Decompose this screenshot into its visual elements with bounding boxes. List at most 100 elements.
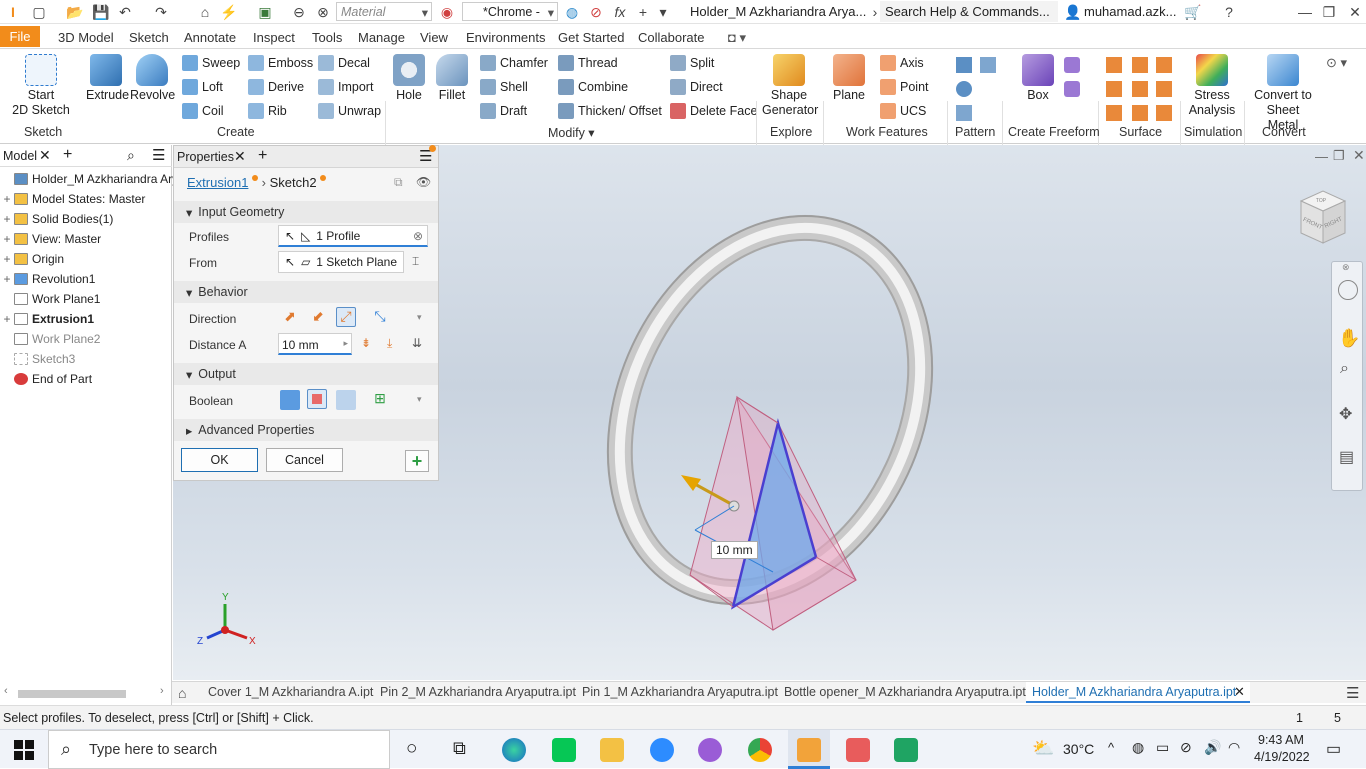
browser-node[interactable]: + Solid Bodies(1) — [0, 209, 113, 229]
combine-button[interactable]: Combine — [558, 79, 628, 95]
direct-button[interactable]: Direct — [670, 79, 723, 95]
restore-icon[interactable]: ❐ — [1320, 3, 1338, 21]
group-label-modify[interactable]: Modify ▾ — [548, 125, 595, 140]
sculpt-icon[interactable] — [1156, 57, 1172, 73]
revolve-button[interactable]: Revolve — [130, 54, 175, 102]
patch-icon[interactable] — [1132, 57, 1148, 73]
tab-view[interactable]: View — [420, 29, 448, 46]
steering-wheel-icon[interactable] — [1338, 280, 1358, 300]
weather-icon[interactable]: ⛅ — [1032, 738, 1054, 759]
join-icon[interactable] — [280, 390, 300, 410]
undo-icon[interactable]: ↶ — [116, 3, 134, 21]
browser-node[interactable]: + View: Master — [0, 229, 101, 249]
adjust-appearance-icon[interactable]: ◍ — [563, 3, 581, 21]
network-tray-icon[interactable]: ▭ — [1156, 739, 1169, 756]
preset-icon[interactable]: ⧉ — [394, 175, 403, 190]
app-tray-icon[interactable]: ◍ — [1132, 739, 1144, 756]
direction-symmetric-icon[interactable]: ⤢ — [336, 307, 356, 327]
edge-browser-icon[interactable] — [502, 738, 526, 762]
browser-node[interactable]: Sketch3 — [0, 349, 75, 369]
search-icon[interactable]: ⌕ — [127, 147, 135, 164]
extrude-button[interactable]: Extrude — [86, 54, 129, 102]
through-all-icon[interactable]: ⇊ — [412, 336, 422, 350]
expand-toggle-icon[interactable]: + — [0, 272, 14, 286]
appearance-icon[interactable]: ◉ — [438, 3, 456, 21]
emboss-button[interactable]: Emboss — [248, 55, 313, 71]
derive-button[interactable]: Derive — [248, 79, 304, 95]
add-icon[interactable]: + — [63, 146, 72, 164]
input-geometry-section[interactable]: ▾ Input Geometry — [174, 201, 438, 223]
browser-node[interactable]: Holder_M Azkhariandra Aryaput — [0, 169, 201, 189]
browser-node[interactable]: Work Plane1 — [0, 289, 100, 309]
loft-button[interactable]: Loft — [182, 79, 223, 95]
distance-a-input[interactable]: 10 mm ▸ — [278, 333, 352, 355]
expand-toggle-icon[interactable]: + — [0, 252, 14, 266]
orbit-icon[interactable]: ✥ — [1339, 404, 1352, 424]
volume-icon[interactable]: 🔊 — [1204, 739, 1221, 756]
ribbon-more-icon[interactable]: ⊙ ▾ — [1326, 55, 1347, 71]
sheets-app-icon[interactable] — [894, 738, 918, 762]
tab-collaborate[interactable]: Collaborate — [638, 29, 705, 46]
home-icon[interactable]: ⌂ — [196, 3, 214, 21]
look-at-icon[interactable]: ▤ — [1339, 447, 1354, 467]
chevron-up-icon[interactable]: ^ — [1108, 740, 1114, 755]
customize-icon[interactable]: ▾ — [654, 3, 672, 21]
rectangular-pattern-icon[interactable] — [956, 57, 972, 73]
scroll-thumb[interactable] — [18, 690, 126, 698]
point-button[interactable]: Point — [880, 79, 929, 95]
close-icon[interactable]: ✕ — [1353, 147, 1365, 164]
taskbar-search-box[interactable]: ⌕ Type here to search — [48, 730, 390, 769]
app-icon[interactable] — [846, 738, 870, 762]
browser-node[interactable]: End of Part — [0, 369, 92, 389]
menu-icon[interactable]: ☰ — [152, 146, 165, 164]
browser-tab-model[interactable]: Model — [3, 149, 37, 163]
doc-tab-holder-active[interactable]: Holder_M Azkhariandra Aryaputra.ipt ✕ — [1026, 682, 1250, 703]
close-icon[interactable]: ✕ — [234, 148, 246, 165]
temperature[interactable]: 30°C — [1063, 741, 1094, 757]
chrome-browser-icon[interactable] — [748, 738, 772, 762]
cut-icon[interactable] — [307, 389, 327, 409]
fillet-button[interactable]: Fillet — [434, 54, 470, 102]
circular-pattern-icon[interactable] — [956, 81, 972, 97]
tab-tools[interactable]: Tools — [312, 29, 342, 46]
save-icon[interactable]: 💾 — [92, 3, 110, 21]
apply-add-button[interactable]: + — [405, 450, 429, 472]
wifi-icon[interactable]: ◠ — [1228, 739, 1240, 756]
expand-toggle-icon[interactable]: + — [0, 212, 14, 226]
windows-start-icon[interactable] — [14, 740, 34, 760]
profiles-selector[interactable]: ↖ ◺ 1 Profile ⊗ — [278, 225, 428, 247]
inventor-taskbar-item[interactable] — [788, 730, 830, 769]
add-icon[interactable]: + — [634, 3, 652, 21]
start-offset-icon[interactable]: ⌶ — [412, 254, 419, 269]
repair-icon[interactable] — [1106, 105, 1122, 121]
home-icon[interactable]: ⌂ — [178, 685, 186, 701]
add-icon[interactable]: + — [258, 147, 267, 165]
tab-annotate[interactable]: Annotate — [184, 29, 236, 46]
clock-date[interactable]: 4/19/2022 — [1254, 750, 1310, 764]
material-sphere-icon[interactable]: ⊗ — [314, 3, 332, 21]
close-icon[interactable]: ✕ — [1234, 684, 1245, 700]
direction-asymmetric-icon[interactable]: ⤡ — [370, 308, 390, 328]
behavior-section[interactable]: ▾ Behavior — [174, 281, 438, 303]
chamfer-button[interactable]: Chamfer — [480, 55, 548, 71]
open-folder-icon[interactable]: 📂 — [66, 3, 84, 21]
zoom-app-icon[interactable] — [650, 738, 674, 762]
chevron-down-icon[interactable]: ▾ — [417, 394, 422, 405]
close-icon[interactable]: ✕ — [39, 147, 51, 164]
tab-environments[interactable]: Environments — [466, 29, 545, 46]
material-dropdown[interactable]: Material ▾ — [336, 2, 432, 21]
coil-button[interactable]: Coil — [182, 103, 224, 119]
trim-icon[interactable] — [1106, 81, 1122, 97]
appearance-dropdown[interactable]: *Chrome - ▾ — [462, 2, 558, 21]
line-app-icon[interactable] — [552, 738, 576, 762]
fx-parameters-icon[interactable]: fx — [611, 3, 629, 21]
restore-icon[interactable]: ❐ — [1333, 148, 1345, 164]
user-name[interactable]: muhamad.azk... — [1084, 4, 1177, 19]
doc-tab-pin2[interactable]: Pin 2_M Azkhariandra Aryaputra.ipt — [380, 685, 576, 699]
task-view-icon[interactable]: ⧉ — [453, 738, 466, 759]
minimize-icon[interactable]: — — [1296, 3, 1314, 21]
inventor-logo-icon[interactable]: I — [4, 3, 22, 21]
output-section[interactable]: ▾ Output — [174, 363, 438, 385]
tab-get-started[interactable]: Get Started — [558, 29, 624, 46]
select-icon[interactable]: ▣ — [256, 3, 274, 21]
